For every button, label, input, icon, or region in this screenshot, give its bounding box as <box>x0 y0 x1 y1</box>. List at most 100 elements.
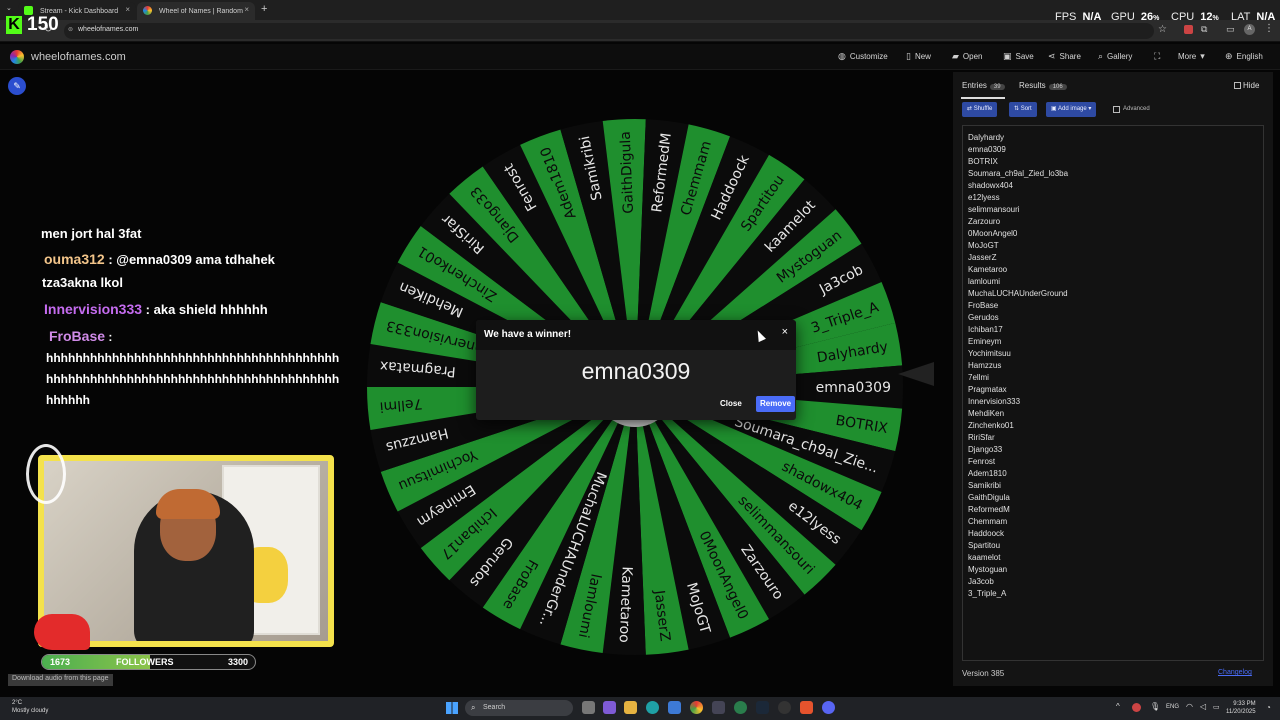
entries-count-badge: 39 <box>989 84 1005 90</box>
site-title[interactable]: wheelofnames.com <box>31 51 126 63</box>
changelog-link[interactable]: Changelog <box>1218 669 1252 676</box>
close-tab-icon[interactable]: × <box>244 5 249 14</box>
volume-icon[interactable]: ◁ <box>1200 702 1206 711</box>
steam-icon[interactable] <box>756 701 769 714</box>
edge-icon[interactable] <box>646 701 659 714</box>
chat-message: Innervision333 : aka shield hhhhhh <box>44 301 268 317</box>
pencil-icon: ✎ <box>13 81 21 91</box>
sort-button[interactable]: ⇅ Sort <box>1009 102 1037 117</box>
globe-icon: ⊕ <box>1225 51 1233 61</box>
tray-app-icon[interactable] <box>1132 703 1141 712</box>
winner-dialog: We have a winner! × emna0309 Close Remov… <box>476 320 796 420</box>
open-button[interactable]: ▰ Open <box>952 51 983 62</box>
app-icon[interactable] <box>734 701 747 714</box>
dialog-title: We have a winner! <box>484 329 572 340</box>
entry-item: Kametaroo <box>968 265 1008 274</box>
active-tab-indicator <box>961 97 1005 99</box>
obs-icon[interactable] <box>778 701 791 714</box>
download-audio-bar[interactable]: Download audio from this page <box>8 674 113 686</box>
entry-item: Chemmam <box>968 517 1008 526</box>
new-button[interactable]: ▯ New <box>906 51 931 62</box>
entry-item: Haddoock <box>968 529 1005 538</box>
remove-button[interactable]: Remove <box>756 396 796 412</box>
shuffle-button[interactable]: ⇄ Shuffle <box>962 102 998 117</box>
task-view-icon[interactable] <box>582 701 595 714</box>
tab-menu-chevron-icon[interactable]: ⌄ <box>6 4 12 12</box>
customize-button[interactable]: ◍ Customize <box>838 51 888 62</box>
save-button[interactable]: ▣ Save <box>1003 51 1034 62</box>
app-icon[interactable] <box>603 701 616 714</box>
tunisia-flag-icon <box>34 614 90 650</box>
share-button[interactable]: ⋖ Share <box>1048 51 1081 62</box>
tab-results[interactable]: Results 106 <box>1019 81 1067 90</box>
advanced-checkbox[interactable] <box>1113 106 1120 113</box>
profile-avatar[interactable]: A <box>1244 24 1255 35</box>
chevron-down-icon: ▾ <box>1088 106 1092 112</box>
hide-checkbox[interactable] <box>1234 82 1241 89</box>
entry-item: 3_Triple_A <box>968 589 1007 598</box>
fullscreen-icon: ⛶ <box>1154 51 1161 61</box>
entry-item: Yochimitsuu <box>968 349 1011 358</box>
taskbar-search[interactable]: ⌕ Search <box>465 700 573 716</box>
close-tab-icon[interactable]: × <box>125 5 130 14</box>
clock[interactable]: 9:33 PM 11/20/2025 <box>1226 700 1256 716</box>
version-label: Version 385 <box>962 669 1005 678</box>
extensions-puzzle-icon[interactable]: ⧉ <box>1201 24 1207 35</box>
gallery-button[interactable]: ⌕ Gallery <box>1098 51 1132 62</box>
app-icon[interactable] <box>712 701 725 714</box>
site-info-icon[interactable]: ⊜ <box>68 26 73 33</box>
wifi-icon[interactable]: ◠ <box>1186 702 1193 711</box>
browser-menu-icon[interactable]: ⋮ <box>1264 23 1274 34</box>
bookmark-star-icon[interactable]: ☆ <box>1158 24 1167 35</box>
add-image-button[interactable]: ▣ Add image ▾ <box>1046 102 1097 117</box>
wheel-favicon-icon <box>143 6 152 15</box>
entry-item: Ichiban17 <box>968 325 1003 334</box>
chat-username: ouma312 <box>44 251 105 267</box>
cpu-stat: CPU 12% <box>1171 11 1219 23</box>
entry-item: Mystoguan <box>968 565 1008 574</box>
fullscreen-button[interactable]: ⛶ <box>1154 51 1160 62</box>
chrome-icon[interactable] <box>690 701 703 714</box>
battery-icon[interactable]: ▭ <box>1213 703 1220 711</box>
entry-item: BOTRIX <box>968 157 998 166</box>
microphone-icon[interactable]: 🎙 <box>1150 702 1160 711</box>
mail-icon[interactable] <box>668 701 681 714</box>
tab-entries[interactable]: Entries 39 <box>962 81 1005 90</box>
entry-item: Pragmatax <box>968 385 1007 394</box>
entries-list: Dalyhardy emna0309 BOTRIX Soumara_ch9al_Zie… <box>968 132 1068 600</box>
entry-item: FroBase <box>968 301 999 310</box>
language-indicator[interactable]: ENG <box>1166 704 1179 710</box>
extension-icon[interactable] <box>1184 25 1193 34</box>
entry-item: Spartitou <box>968 541 1001 550</box>
notifications-icon[interactable]: ◔ <box>1266 703 1271 712</box>
language-button[interactable]: ⊕ English <box>1225 51 1263 62</box>
folder-icon: ▰ <box>952 51 959 61</box>
chat-message: ouma312 : @emna0309 ama tdhahek tza3akna… <box>42 251 275 290</box>
entry-item: Django33 <box>968 445 1003 454</box>
tray-chevron-icon[interactable]: ^ <box>1116 702 1120 711</box>
more-menu-button[interactable]: More ▾ <box>1178 51 1205 62</box>
brave-icon[interactable] <box>800 701 813 714</box>
edit-pencil-button[interactable]: ✎ <box>8 77 26 95</box>
url-field[interactable]: ⊜ wheelofnames.com <box>64 23 1154 39</box>
file-explorer-icon[interactable] <box>624 701 637 714</box>
entries-textarea[interactable]: Dalyhardy emna0309 BOTRIX Soumara_ch9al_Zie… <box>962 125 1264 661</box>
discord-icon[interactable] <box>822 701 835 714</box>
weather-widget[interactable]: 2°C Mostly cloudy <box>12 699 48 715</box>
gpu-stat: GPU 26% <box>1111 11 1160 23</box>
new-tab-button[interactable]: + <box>261 3 267 15</box>
entry-item: Soumara_ch9al_Zied_lo3ba <box>968 169 1069 178</box>
share-icon: ⋖ <box>1048 51 1056 61</box>
entry-item: shadowx404 <box>968 181 1013 190</box>
dialog-close-icon[interactable]: × <box>782 326 788 338</box>
app-header: wheelofnames.com ◍ Customize ▯ New ▰ Open ▣… <box>0 44 1280 70</box>
save-icon: ▣ <box>1003 51 1012 61</box>
close-button[interactable]: Close <box>720 399 742 408</box>
kick-logo: K <box>6 16 22 34</box>
wheel-pointer-icon <box>898 362 934 386</box>
tab-wheel-of-names[interactable]: Wheel of Names | Random name × <box>137 2 255 20</box>
results-count-badge: 106 <box>1048 84 1067 90</box>
sidebar-icon[interactable]: ▭ <box>1226 24 1235 35</box>
windows-start-icon[interactable] <box>446 702 458 714</box>
chat-message: men jort hal 3fat <box>41 226 142 241</box>
